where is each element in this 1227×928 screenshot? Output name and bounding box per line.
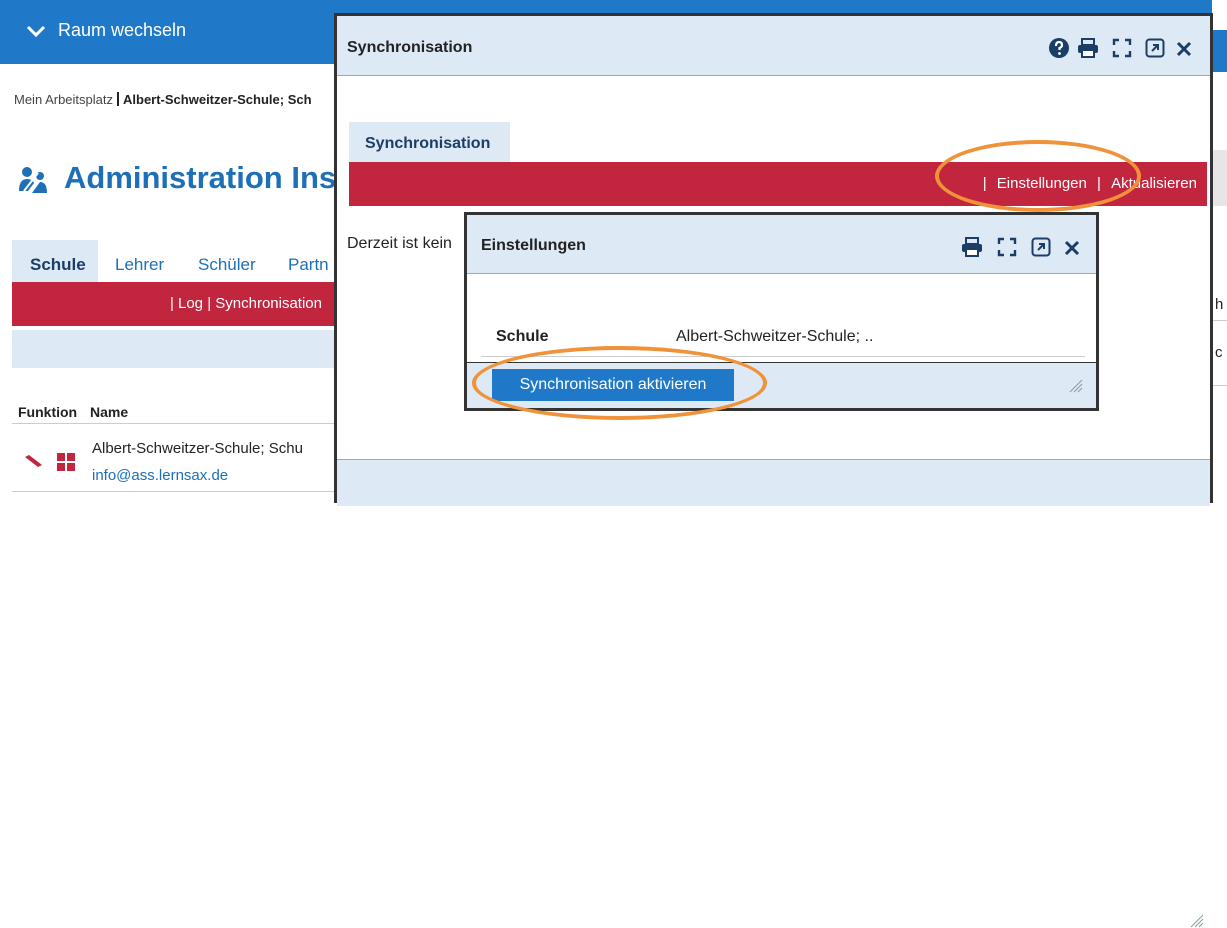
sync-status-message: Derzeit ist kein [347,235,452,252]
toolbar-separator: | [1097,175,1101,192]
breadcrumb-root[interactable]: Mein Arbeitsplatz [14,92,113,107]
activate-sync-button[interactable]: Synchronisation aktivieren [492,369,734,401]
sync-dialog-footer [337,459,1210,928]
einstellungen-link[interactable]: Einstellungen [997,175,1087,192]
divider [12,491,334,492]
right-edge [1212,0,1227,503]
divider [1213,385,1227,386]
breadcrumb: Mein Arbeitsplatz Albert-Schweitzer-Schul… [14,92,312,107]
divider [1213,320,1227,321]
room-switch-label: Raum wechseln [58,20,187,40]
toolbar-separator: | [982,175,987,192]
right-edge-bar [1213,30,1227,72]
print-icon[interactable] [1077,38,1099,58]
sync-dialog-header[interactable]: Synchronisation [337,16,1210,76]
fullscreen-icon[interactable] [997,237,1017,257]
close-icon[interactable] [1063,237,1081,257]
subnav-bar: | Log | Synchronisation [12,282,334,326]
fullscreen-icon[interactable] [1112,38,1132,58]
field-value-schule: Albert-Schweitzer-Schule; .. [676,328,874,345]
right-edge-panel [1213,150,1227,206]
open-external-icon[interactable] [1145,38,1165,58]
settings-dialog-title: Einstellungen [481,237,586,254]
help-icon[interactable] [1049,38,1069,58]
grid-menu-icon[interactable] [57,453,75,471]
chevron-down-icon [26,25,46,38]
filter-bar [12,330,334,368]
print-icon[interactable] [961,237,983,257]
tab-synchronisation[interactable]: Synchronisation [349,122,510,162]
aktualisieren-link[interactable]: Aktualisieren [1111,175,1197,192]
breadcrumb-current[interactable]: Albert-Schweitzer-Schule; Sch [123,92,312,107]
tab-schueler[interactable]: Schüler [198,255,256,275]
column-header-name[interactable]: Name [90,404,128,420]
settings-dialog: Einstellungen Schule Albert-Schweitzer-S… [464,212,1099,411]
breadcrumb-separator [117,92,119,106]
tab-synchronisation-label: Synchronisation [365,135,491,152]
settings-dialog-header[interactable]: Einstellungen [467,215,1096,274]
resize-handle-icon[interactable] [1190,914,1204,928]
tab-schule-label: Schule [30,255,86,274]
tab-partner[interactable]: Partn [288,255,329,275]
close-icon[interactable] [1175,38,1193,58]
row-email-link[interactable]: info@ass.lernsax.de [92,467,228,484]
tab-lehrer[interactable]: Lehrer [115,255,164,275]
settings-dialog-footer: Synchronisation aktivieren [467,362,1096,408]
divider [12,423,334,424]
row-school-name: Albert-Schweitzer-Schule; Schu [92,440,303,457]
right-fragment-text: c [1215,344,1223,361]
open-external-icon[interactable] [1031,237,1051,257]
right-fragment-text: h [1215,296,1224,313]
page-title: Administration Inst [64,160,347,195]
column-header-funktion: Funktion [18,404,78,420]
sync-toolbar: | Einstellungen | Aktualisieren [349,162,1207,206]
edit-icon[interactable] [24,455,44,469]
admin-users-icon [19,167,47,193]
tab-schule[interactable]: Schule [12,240,98,282]
resize-handle-icon[interactable] [1069,379,1083,393]
field-label-schule: Schule [496,328,549,345]
subnav-links[interactable]: | Log | Synchronisation [170,295,322,312]
sync-dialog-title: Synchronisation [347,39,473,56]
divider [481,356,1085,357]
